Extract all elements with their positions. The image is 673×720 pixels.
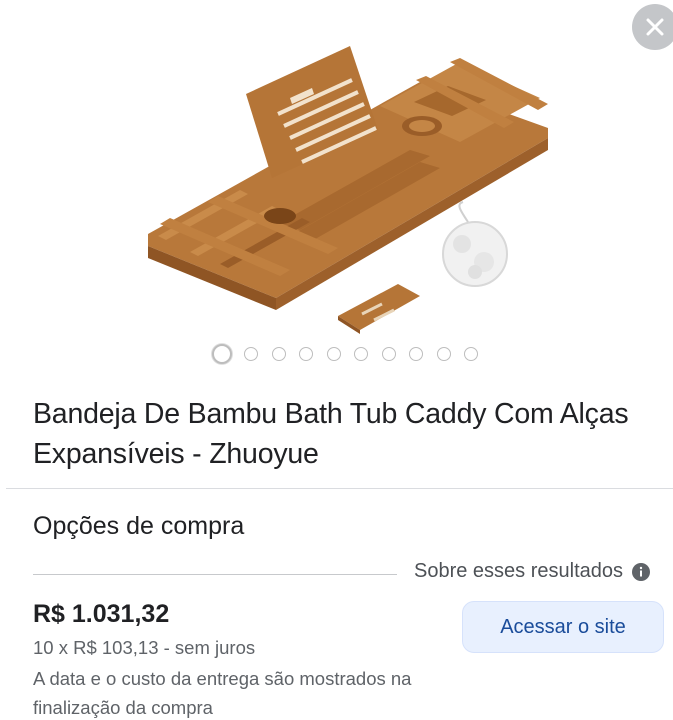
carousel-dot-2[interactable] <box>244 347 258 361</box>
purchase-options-heading: Opções de compra <box>33 512 245 540</box>
installments-text: 10 x R$ 103,13 - sem juros <box>33 637 256 658</box>
product-title: Bandeja De Bambu Bath Tub Caddy Com Alça… <box>33 398 629 470</box>
carousel-dot-6[interactable] <box>354 347 368 361</box>
carousel-dot-3[interactable] <box>271 347 286 361</box>
about-results-link[interactable]: Sobre esses resultados <box>414 560 651 583</box>
delivery-note: A data e o custo da entrega são mostrado… <box>33 668 412 718</box>
carousel-dot-4[interactable] <box>299 347 313 361</box>
info-icon <box>632 562 651 581</box>
carousel-dot-8[interactable] <box>409 347 423 361</box>
divider <box>6 488 673 489</box>
close-icon <box>646 18 664 36</box>
carousel-dot-7[interactable] <box>381 347 396 361</box>
product-image[interactable] <box>130 38 560 340</box>
about-results-label: Sobre esses resultados <box>414 560 624 582</box>
carousel-dot-5[interactable] <box>326 347 341 361</box>
about-divider <box>33 574 397 575</box>
carousel-dot-9[interactable] <box>436 347 451 361</box>
visit-site-button[interactable]: Acessar o site <box>462 601 664 653</box>
carousel-dot-1[interactable] <box>212 344 232 364</box>
price: R$ 1.031,32 <box>33 600 170 628</box>
close-button[interactable] <box>632 4 673 50</box>
carousel-dot-10[interactable] <box>464 347 478 361</box>
image-carousel-dots <box>212 344 492 364</box>
